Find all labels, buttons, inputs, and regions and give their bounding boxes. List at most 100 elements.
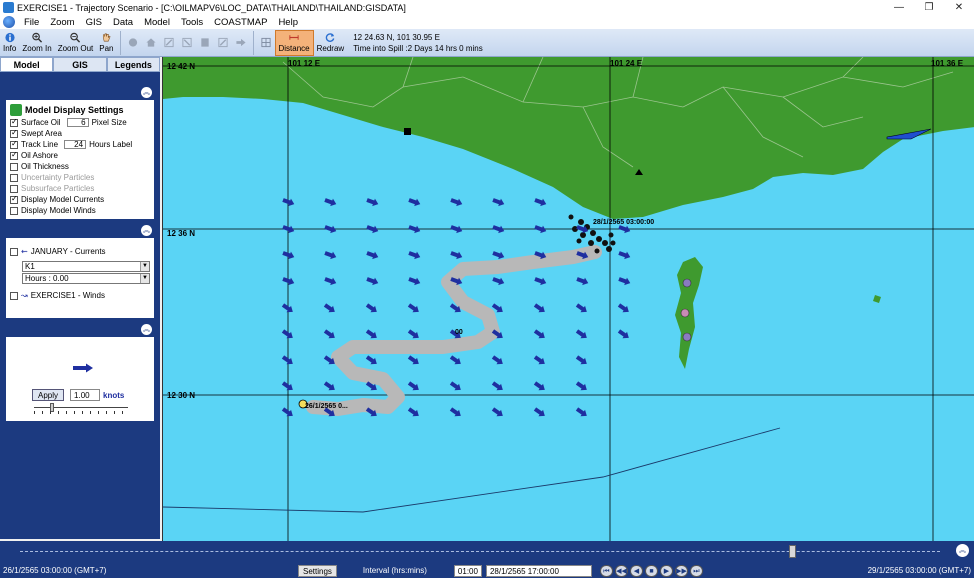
collapse-icon[interactable]: ︽ [141,225,152,236]
zoom-in-button[interactable]: Zoom In [19,30,54,56]
oil-ashore-checkbox[interactable] [10,150,18,160]
edit-button[interactable] [160,30,178,56]
zoom-in-icon [32,32,43,43]
hours-select[interactable]: Hours : 0.00 ▼ [22,273,150,284]
oil-thickness-checkbox[interactable] [10,162,18,171]
step-back-icon[interactable]: ◀◀ [614,564,628,577]
restore-button[interactable]: ❐ [914,2,944,13]
distance-button[interactable]: Distance [274,29,314,56]
edit-spill-button[interactable] [214,30,232,56]
current-arrow [366,277,379,286]
system-menu-icon[interactable] [3,16,15,28]
menu-data[interactable]: Data [108,17,139,28]
setting-oil-ashore[interactable]: Oil Ashore [10,150,150,161]
current-scale-header[interactable]: ︽ [6,322,154,337]
setting-oil-thickness[interactable]: Oil Thickness [10,161,150,172]
tool-button[interactable] [178,30,196,56]
play-icon[interactable]: ▶ [659,564,673,577]
interval-input[interactable]: 01:00 [453,564,482,577]
setting-surface-oil[interactable]: Surface Oil6Pixel Size [10,117,150,128]
menu-help[interactable]: Help [273,17,304,28]
map-canvas[interactable] [163,57,974,541]
setting-track-line[interactable]: Track Line24Hours Label [10,139,150,150]
current-arrow [323,381,335,391]
menu-file[interactable]: File [19,17,45,28]
home-button[interactable] [142,30,160,56]
setting-display-winds[interactable]: Display Model Winds [10,205,150,216]
map-view[interactable]: 12 42 N 12 36 N 12 30 N 101 12 E 101 24 … [162,57,974,541]
first-frame-icon[interactable]: ⏮ [599,564,613,577]
window-title: EXERCISE1 - Trajectory Scenario - [C:\OI… [17,2,406,13]
menu-zoom[interactable]: Zoom [45,17,80,28]
stop-icon[interactable]: ■ [644,564,658,577]
zoom-out-button[interactable]: Zoom Out [55,30,97,56]
current-arrow [365,329,377,339]
refresh-settings-icon[interactable] [10,103,22,116]
swept-area-checkbox[interactable] [10,128,18,138]
collapse-icon[interactable]: ︽ [141,87,152,98]
tab-model[interactable]: Model [0,57,54,72]
run-button[interactable] [232,30,250,56]
menu-model[interactable]: Model [139,17,176,28]
tab-gis[interactable]: GIS [53,57,107,72]
constituent-select[interactable]: K1 ▼ [22,261,150,272]
settings-button[interactable]: Settings [298,564,337,577]
menu-coastmap[interactable]: COASTMAP [209,17,273,28]
layers-section-header[interactable]: ︽ [6,223,154,238]
current-arrow [407,303,419,313]
current-arrow [407,355,419,365]
display-section-body: Model Display Settings Surface Oil6Pixel… [6,100,154,219]
display-winds-checkbox[interactable] [10,206,18,215]
play-back-icon[interactable]: ◀ [629,564,643,577]
step-forward-icon[interactable]: ▶▶ [674,564,688,577]
current-arrow [407,407,419,417]
current-arrow [575,355,587,365]
time-slider-track[interactable] [20,551,940,553]
tab-legends[interactable]: Legends [106,57,160,72]
islet [873,295,881,303]
collapse-icon[interactable]: ︽ [141,324,152,335]
layer-winds[interactable]: ↝ EXERCISE1 - Winds [10,290,150,301]
grid-button[interactable] [257,30,275,56]
record-button[interactable] [124,30,142,56]
current-arrow [533,407,545,417]
current-arrow [534,277,547,286]
layer-currents[interactable]: ⇜ JANUARY - Currents [10,246,150,257]
winds-layer-checkbox[interactable] [10,291,18,300]
minimize-button[interactable]: — [884,2,914,13]
last-frame-icon[interactable]: ⏭ [689,564,703,577]
track-line-checkbox[interactable] [10,139,18,149]
pan-button[interactable]: Pan [96,30,116,56]
scale-unit: knots [103,390,125,400]
current-arrow [533,303,545,313]
current-time-field[interactable]: 28/1/2565 17:00:00 [485,564,592,577]
sea-route-line [163,427,781,513]
time-slider-thumb[interactable] [788,545,796,558]
lat-label-2: 12 36 N [167,229,196,238]
lat-label-3: 12 30 N [167,391,196,400]
setting-swept-area[interactable]: Swept Area [10,128,150,139]
close-button[interactable]: ✕ [944,2,974,13]
apply-button[interactable]: Apply [32,389,65,401]
display-section-header[interactable]: ︽ [6,85,154,100]
setting-display-currents[interactable]: Display Model Currents [10,194,150,205]
interval-label: Interval (hrs:mins) [362,566,427,575]
calculate-button[interactable] [196,30,214,56]
chevron-down-icon[interactable]: ▼ [140,274,149,283]
currents-layer-checkbox[interactable] [10,247,18,256]
display-currents-checkbox[interactable] [10,194,18,204]
hours-label-input[interactable]: 24 [64,140,87,149]
time-into-spill: Time into Spill :2 Days 14 hrs 0 mins [353,43,483,53]
current-arrow [450,251,463,260]
collapse-icon[interactable]: ︽ [956,544,969,557]
pixel-size-input[interactable]: 6 [66,118,89,127]
scale-value-input[interactable]: 1.00 [70,389,101,401]
scale-slider-track[interactable] [34,407,128,408]
chevron-down-icon[interactable]: ▼ [140,262,149,271]
menu-gis[interactable]: GIS [81,17,108,28]
menu-tools[interactable]: Tools [176,17,209,28]
redraw-button[interactable]: Redraw [314,30,348,56]
surface-oil-checkbox[interactable] [10,117,18,127]
info-button[interactable]: Info [0,30,19,56]
time-slider-bar: ︽ [0,541,974,563]
